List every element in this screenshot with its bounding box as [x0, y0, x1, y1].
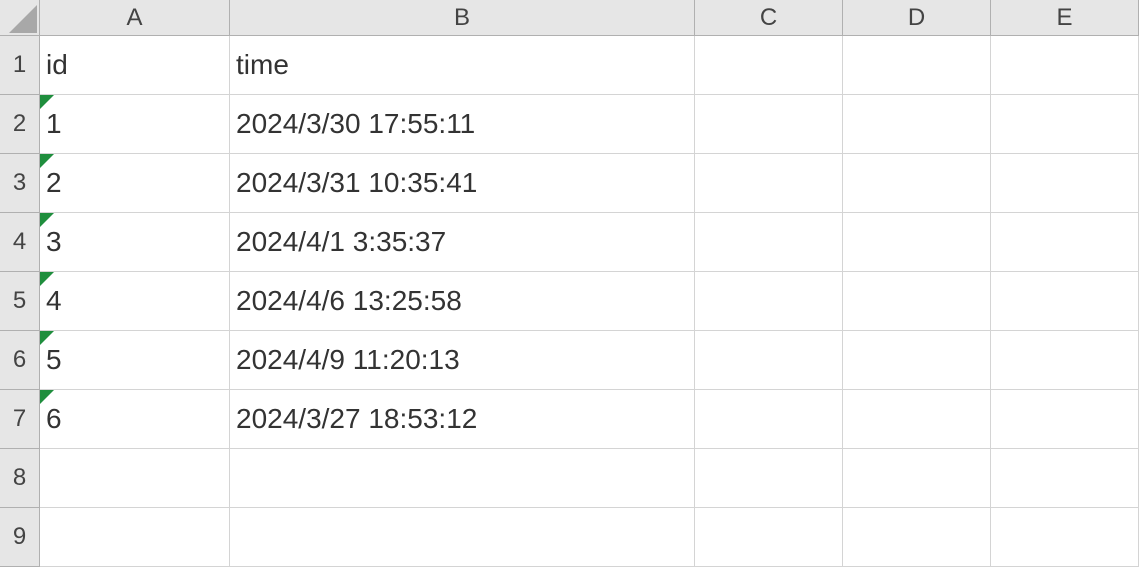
cell-E4[interactable]	[991, 213, 1139, 272]
cell-A4[interactable]: 3	[40, 213, 230, 272]
cell-D1[interactable]	[843, 36, 991, 95]
cell-B3[interactable]: 2024/3/31 10:35:41	[230, 154, 695, 213]
cell-A2[interactable]: 1	[40, 95, 230, 154]
row-header-2[interactable]: 2	[0, 95, 40, 154]
row-header-4[interactable]: 4	[0, 213, 40, 272]
cell-B5[interactable]: 2024/4/6 13:25:58	[230, 272, 695, 331]
cell-A8[interactable]	[40, 449, 230, 508]
cell-D3[interactable]	[843, 154, 991, 213]
cell-C5[interactable]	[695, 272, 843, 331]
cell-D2[interactable]	[843, 95, 991, 154]
cell-D7[interactable]	[843, 390, 991, 449]
column-header-E[interactable]: E	[991, 0, 1139, 36]
cell-C2[interactable]	[695, 95, 843, 154]
cell-C9[interactable]	[695, 508, 843, 567]
cell-D6[interactable]	[843, 331, 991, 390]
cell-B6[interactable]: 2024/4/9 11:20:13	[230, 331, 695, 390]
cell-E7[interactable]	[991, 390, 1139, 449]
cell-D8[interactable]	[843, 449, 991, 508]
cell-E8[interactable]	[991, 449, 1139, 508]
row-header-1[interactable]: 1	[0, 36, 40, 95]
cell-D5[interactable]	[843, 272, 991, 331]
row-header-9[interactable]: 9	[0, 508, 40, 567]
cell-B4[interactable]: 2024/4/1 3:35:37	[230, 213, 695, 272]
cell-D4[interactable]	[843, 213, 991, 272]
column-header-A[interactable]: A	[40, 0, 230, 36]
cell-C7[interactable]	[695, 390, 843, 449]
select-all-corner[interactable]	[0, 0, 40, 36]
cell-B8[interactable]	[230, 449, 695, 508]
cell-B7[interactable]: 2024/3/27 18:53:12	[230, 390, 695, 449]
cell-C6[interactable]	[695, 331, 843, 390]
column-header-C[interactable]: C	[695, 0, 843, 36]
cell-B1[interactable]: time	[230, 36, 695, 95]
column-header-B[interactable]: B	[230, 0, 695, 36]
cell-B9[interactable]	[230, 508, 695, 567]
spreadsheet-grid: A B C D E 1 id time 2 1 2024/3/30 17:55:…	[0, 0, 1141, 567]
cell-D9[interactable]	[843, 508, 991, 567]
cell-A1[interactable]: id	[40, 36, 230, 95]
cell-E9[interactable]	[991, 508, 1139, 567]
cell-A9[interactable]	[40, 508, 230, 567]
cell-A6[interactable]: 5	[40, 331, 230, 390]
cell-E6[interactable]	[991, 331, 1139, 390]
cell-A7[interactable]: 6	[40, 390, 230, 449]
row-header-7[interactable]: 7	[0, 390, 40, 449]
cell-E1[interactable]	[991, 36, 1139, 95]
row-header-8[interactable]: 8	[0, 449, 40, 508]
cell-A3[interactable]: 2	[40, 154, 230, 213]
row-header-3[interactable]: 3	[0, 154, 40, 213]
cell-A5[interactable]: 4	[40, 272, 230, 331]
column-header-D[interactable]: D	[843, 0, 991, 36]
cell-C3[interactable]	[695, 154, 843, 213]
cell-E3[interactable]	[991, 154, 1139, 213]
cell-C8[interactable]	[695, 449, 843, 508]
cell-C4[interactable]	[695, 213, 843, 272]
row-header-6[interactable]: 6	[0, 331, 40, 390]
row-header-5[interactable]: 5	[0, 272, 40, 331]
cell-C1[interactable]	[695, 36, 843, 95]
cell-E5[interactable]	[991, 272, 1139, 331]
cell-B2[interactable]: 2024/3/30 17:55:11	[230, 95, 695, 154]
cell-E2[interactable]	[991, 95, 1139, 154]
